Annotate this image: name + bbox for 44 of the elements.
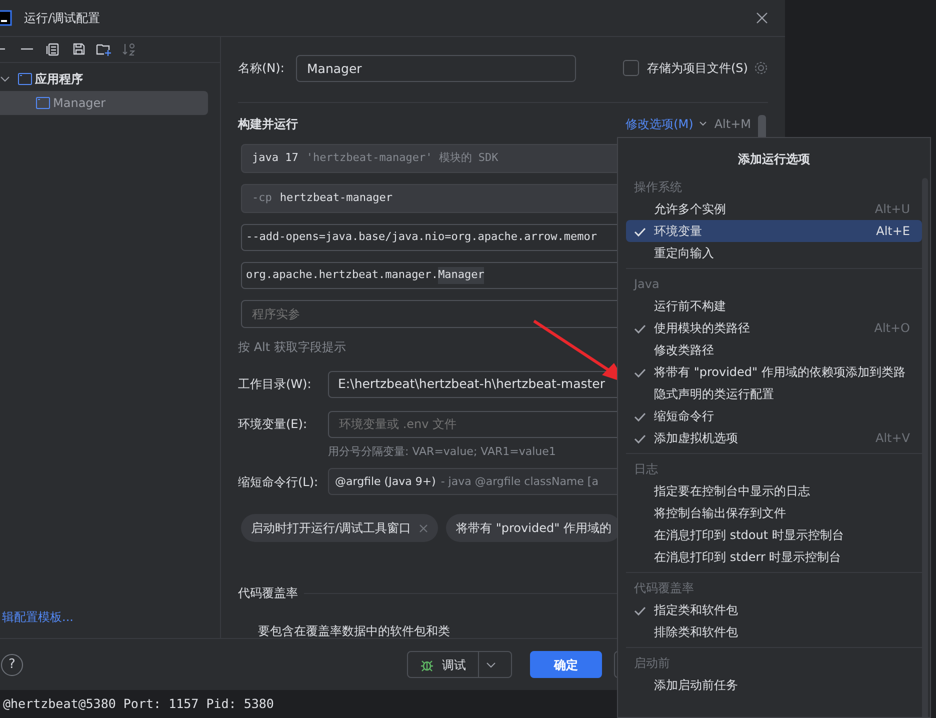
save-icon[interactable] — [72, 42, 86, 56]
field-hint: 按 Alt 获取字段提示 — [238, 338, 346, 356]
name-field[interactable]: Manager — [296, 54, 576, 82]
gear-icon[interactable] — [754, 61, 768, 76]
menu-item[interactable]: 指定类和软件包 — [626, 599, 922, 621]
name-label: 名称(N): — [238, 60, 286, 78]
env-vars-hint: 用分号分隔变量: VAR=value; VAR1=value1 — [328, 444, 556, 460]
group-title: 代码覆盖率 — [633, 580, 695, 597]
folder-add-icon[interactable] — [96, 42, 112, 56]
app-icon — [0, 10, 12, 26]
menu-item[interactable]: 在消息打印到 stderr 时显示控制台 — [626, 546, 922, 568]
coverage-title: 代码覆盖率 — [238, 585, 298, 602]
shortcut-label: Alt+M — [714, 116, 751, 133]
window-icon — [18, 72, 32, 85]
shorten-label: 缩短命令行(L): — [238, 474, 320, 491]
edit-templates-link[interactable]: 辑配置模板... — [2, 608, 74, 626]
caret-icon[interactable] — [486, 660, 496, 669]
bug-icon — [420, 658, 434, 672]
tree-item[interactable]: Manager — [0, 90, 208, 115]
help-button[interactable]: ? — [1, 654, 23, 676]
menu-item[interactable]: 在消息打印到 stdout 时显示控制台 — [626, 524, 922, 546]
tree-item[interactable]: 应用程序 — [0, 66, 208, 91]
group-title: 启动前 — [633, 655, 671, 672]
chevron-icon[interactable] — [0, 74, 10, 84]
coverage-item: 要包含在覆盖率数据中的软件包和类 — [258, 623, 450, 638]
sort-icon[interactable] — [122, 42, 136, 56]
section-title: 构建并运行 — [238, 116, 298, 133]
window-icon — [36, 96, 50, 109]
window-title: 运行/调试配置 — [24, 10, 100, 27]
scrollbar[interactable] — [922, 178, 928, 717]
close-icon[interactable] — [756, 12, 768, 24]
option-chip[interactable]: 启动时打开运行/调试工具窗口 — [241, 514, 438, 542]
ok-button[interactable]: 确定 — [530, 651, 602, 678]
modify-options-link[interactable]: 修改选项(M) — [626, 114, 694, 133]
store-label: 存储为项目文件(S) — [647, 60, 748, 78]
menu-item[interactable]: 将控制台输出保存到文件 — [626, 502, 922, 524]
menu-item[interactable]: 修改类路径 — [626, 339, 922, 361]
store-checkbox[interactable] — [623, 60, 639, 76]
menu-item[interactable]: 环境变量 Alt+E — [626, 220, 922, 242]
env-vars-label: 环境变量(E): — [238, 416, 308, 434]
copy-icon[interactable] — [46, 42, 60, 56]
menu-item[interactable]: 排除类和软件包 — [626, 621, 922, 643]
debug-button[interactable]: 调试 — [407, 651, 512, 678]
working-dir-label: 工作目录(W): — [238, 376, 312, 394]
